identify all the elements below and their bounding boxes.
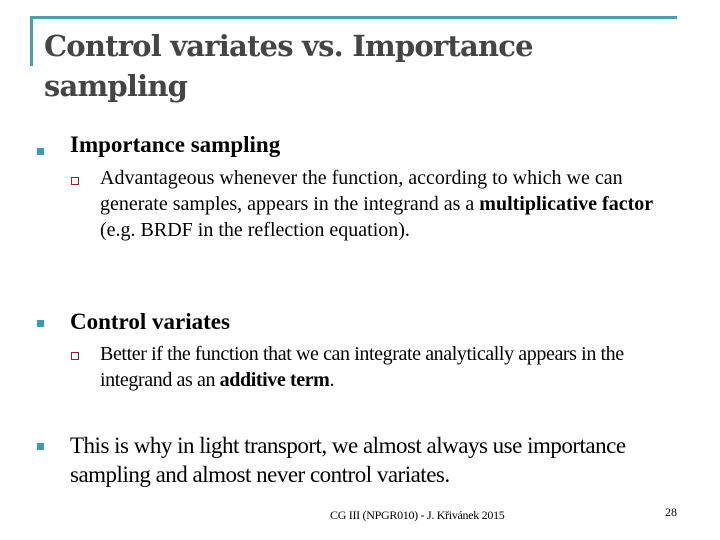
title-accent-left-line <box>30 16 33 66</box>
bullet-control-variates: Control variates <box>70 309 230 334</box>
bullet-square-icon <box>37 320 44 327</box>
bullet-square-icon <box>37 443 44 450</box>
sub-text-bold: additive term <box>219 369 330 391</box>
page-number: 28 <box>665 505 677 519</box>
sub-bullet-importance-sampling: Advantageous whenever the function, acco… <box>100 165 670 243</box>
sub-bullet-hollow-square-icon <box>71 177 79 185</box>
sub-text-pre: Better if the function that we can integ… <box>100 343 624 391</box>
bullet-square-icon <box>37 148 44 155</box>
slide-title: Control variates vs. Importance sampling <box>44 29 534 103</box>
sub-text-bold: multiplicative factor <box>479 193 654 215</box>
sub-text-post: . <box>329 369 335 391</box>
sub-bullet-hollow-square-icon <box>71 352 79 360</box>
bullet-conclusion: This is why in light transport, we almos… <box>70 433 626 487</box>
sub-bullet-control-variates: Better if the function that we can integ… <box>100 341 640 393</box>
title-accent-top-line <box>30 16 677 19</box>
bullet-importance-sampling: Importance sampling <box>70 132 281 157</box>
sub-text-post: (e.g. BRDF in the reflection equation). <box>100 219 410 241</box>
slide-footer: CG III (NPGR010) - J. Křivánek 2015 <box>330 508 505 522</box>
